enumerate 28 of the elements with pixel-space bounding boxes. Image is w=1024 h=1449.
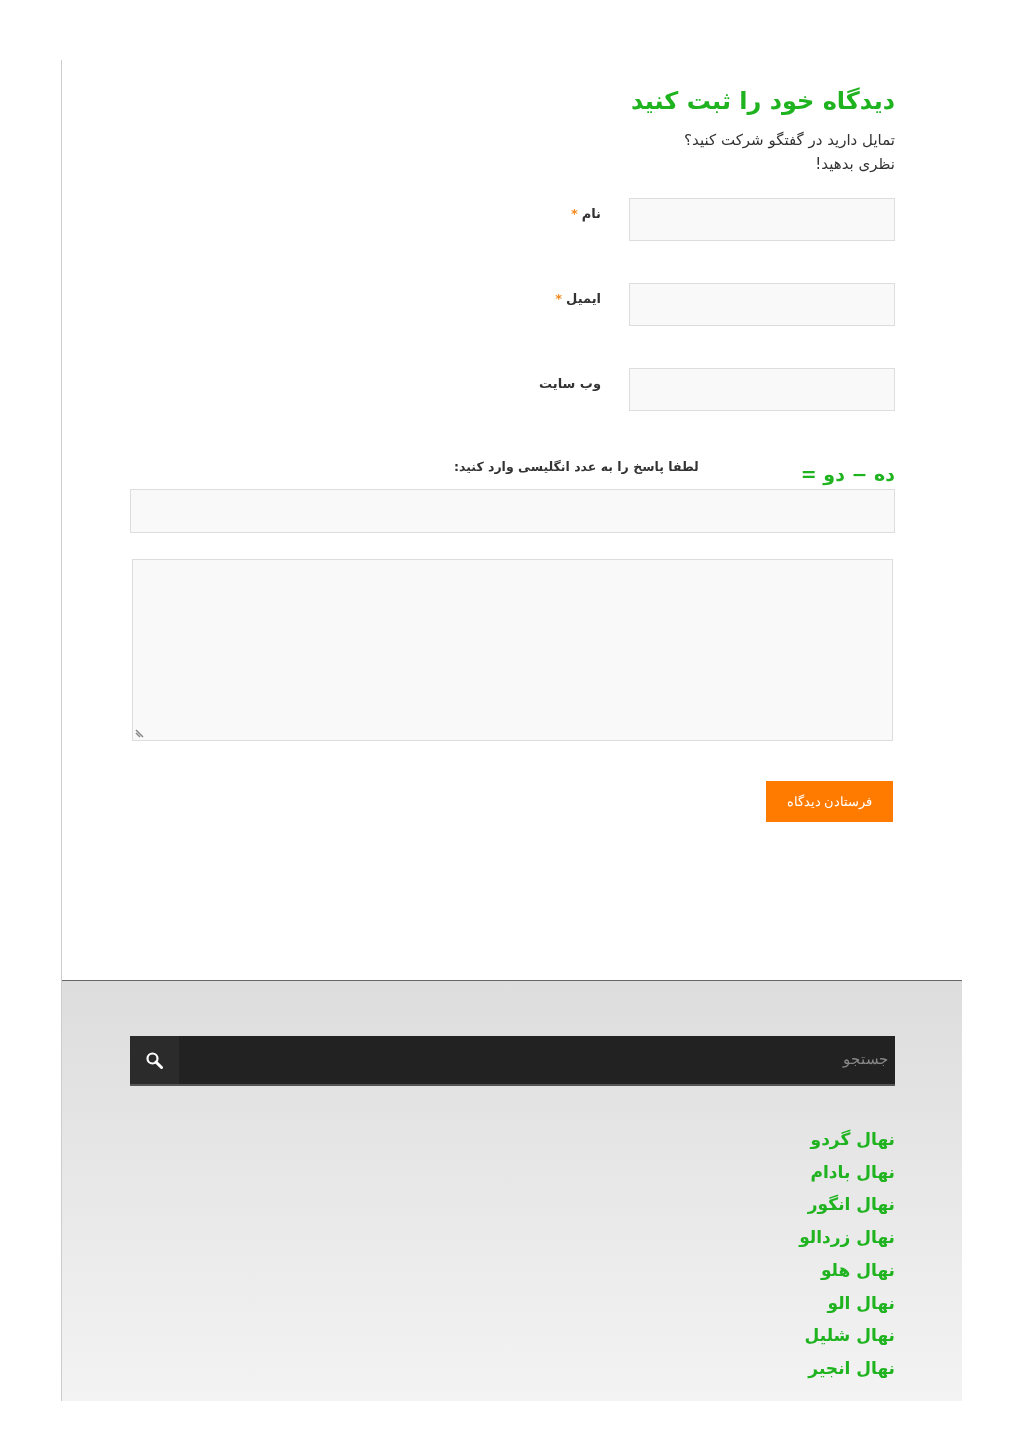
input-field[interactable] — [629, 283, 895, 326]
category-link[interactable]: نهال شلیل — [804, 1322, 895, 1349]
category-link[interactable]: نهال هلو — [820, 1256, 895, 1284]
input-field[interactable] — [629, 368, 895, 411]
required-mark: * — [570, 206, 578, 221]
required-mark: * — [555, 291, 563, 306]
category-link[interactable]: نهال انگور — [807, 1191, 895, 1219]
search-placeholder: جستجو — [841, 1049, 889, 1070]
captcha-field[interactable] — [130, 489, 895, 533]
form-title: دیدگاه خود را ثبت کنید — [629, 86, 895, 116]
input-field[interactable] — [629, 198, 895, 241]
intro-text: تمایل دارید در گفتگو شرکت کنید؟ — [684, 130, 895, 151]
category-link[interactable]: نهال گردو — [810, 1126, 895, 1153]
captcha-prompt: لطفا پاسخ را به عدد انگلیسی وارد کنید: — [453, 459, 699, 474]
category-link[interactable]: نهال الو — [827, 1289, 895, 1317]
category-link[interactable]: نهال بادام — [810, 1158, 895, 1186]
search-icon — [146, 1051, 163, 1069]
category-link[interactable]: نهال زردالو — [799, 1224, 895, 1251]
field-label: ایمیل — [566, 291, 601, 306]
field-label: وب سایت — [539, 376, 601, 391]
submit-button[interactable]: فرستادن دیدگاه — [766, 781, 893, 822]
search-button[interactable] — [130, 1036, 179, 1084]
intro-text: نظری بدهید! — [815, 154, 895, 175]
category-link[interactable]: نهال انجیر — [808, 1354, 895, 1382]
field-label: نام — [581, 206, 601, 221]
resize-grip-icon[interactable] — [135, 729, 144, 738]
captcha-question: ده − دو = — [800, 463, 895, 485]
search-field[interactable]: جستجو — [130, 1036, 895, 1086]
